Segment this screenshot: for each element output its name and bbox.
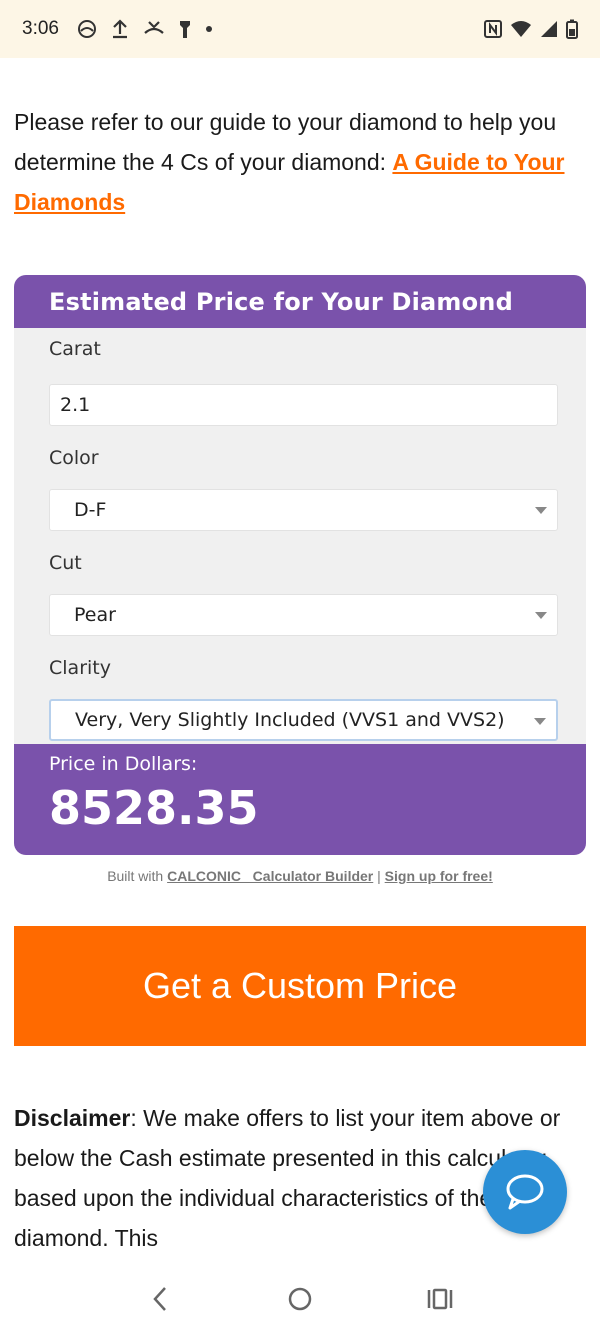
flashlight-icon <box>179 21 190 38</box>
nav-home-button[interactable] <box>280 1279 320 1319</box>
price-panel: Price in Dollars: 8528.35 <box>14 744 586 855</box>
recents-icon <box>427 1288 453 1309</box>
carat-label: Carat <box>49 338 101 360</box>
cut-label: Cut <box>49 552 82 574</box>
chevron-down-icon <box>534 718 546 725</box>
missed-call-icon <box>144 21 164 34</box>
status-time: 3:06 <box>22 18 59 39</box>
back-chevron-icon <box>153 1286 166 1311</box>
intro-paragraph: Please refer to our guide to your diamon… <box>14 102 586 222</box>
clarity-value: Very, Very Slightly Included (VVS1 and V… <box>75 709 505 731</box>
price-calculator: Estimated Price for Your Diamond Carat 2… <box>14 275 586 855</box>
page-content: Please refer to our guide to your diamon… <box>14 58 586 1251</box>
nfc-icon <box>484 20 502 38</box>
color-label: Color <box>49 447 99 469</box>
chevron-down-icon <box>535 612 547 619</box>
carat-input[interactable]: 2.1 <box>49 384 558 426</box>
chevron-down-icon <box>535 507 547 514</box>
status-bar: 3:06 <box>0 0 600 58</box>
color-value: D-F <box>74 499 107 521</box>
nav-recents-button[interactable] <box>420 1279 460 1319</box>
signup-link[interactable]: Sign up for free! <box>385 868 493 884</box>
price-label: Price in Dollars: <box>49 753 198 775</box>
chat-button[interactable] <box>483 1150 567 1234</box>
notification-dot-icon <box>205 26 212 32</box>
upload-icon <box>112 19 127 39</box>
price-value: 8528.35 <box>49 781 259 835</box>
built-with-footer: Built with CALCONIC_ Calculator Builder … <box>107 868 493 884</box>
system-nav-bar <box>0 1264 600 1333</box>
clarity-label: Clarity <box>49 657 111 679</box>
wifi-icon <box>511 21 531 37</box>
signal-icon <box>541 21 557 37</box>
battery-icon <box>566 19 578 39</box>
cut-value: Pear <box>74 604 116 626</box>
calconic-builder-link[interactable]: CALCONIC_ Calculator Builder <box>167 868 373 884</box>
chat-bubble-icon <box>506 1174 544 1210</box>
get-custom-price-button[interactable]: Get a Custom Price <box>14 926 586 1046</box>
home-circle-icon <box>288 1287 312 1310</box>
vpn-icon <box>77 20 96 38</box>
calculator-title: Estimated Price for Your Diamond <box>49 287 513 316</box>
carat-value: 2.1 <box>60 394 91 416</box>
calculator-header: Estimated Price for Your Diamond <box>14 275 586 328</box>
nav-back-button[interactable] <box>140 1279 180 1319</box>
cut-select[interactable]: Pear <box>49 594 558 636</box>
clarity-select[interactable]: Very, Very Slightly Included (VVS1 and V… <box>49 699 558 741</box>
disclaimer-heading: Disclaimer <box>14 1105 131 1131</box>
color-select[interactable]: D-F <box>49 489 558 531</box>
